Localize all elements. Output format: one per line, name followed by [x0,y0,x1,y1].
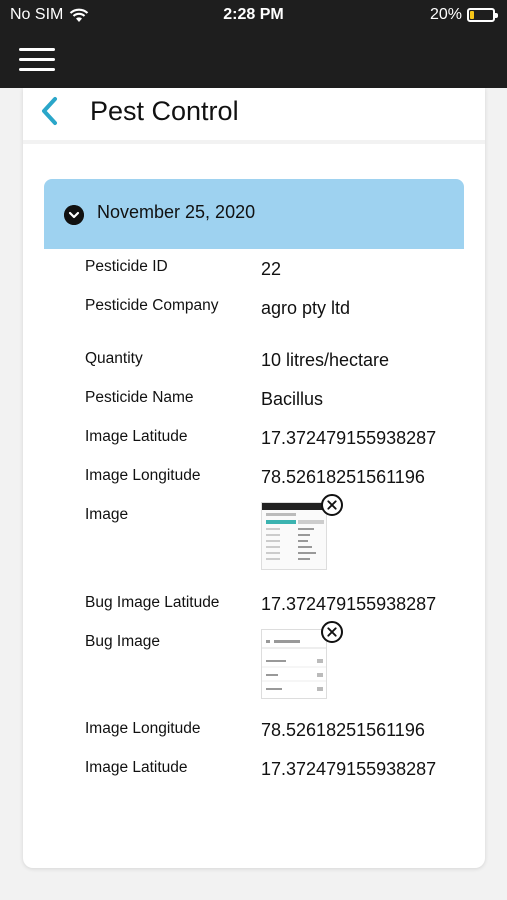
close-icon[interactable] [321,621,343,643]
page-title: Pest Control [90,96,239,126]
field-label: Image Latitude [85,759,188,776]
record-date: November 25, 2020 [97,202,256,222]
field-label: Bug Image [85,633,160,650]
field-label: Image Longitude [85,720,201,737]
chevron-down-circle-icon [64,205,84,225]
field-value: Bacillus [261,389,324,409]
field-value: 78.52618251561196 [261,720,425,740]
content-card: Pest Control November 25, 2020 Pesticide… [23,88,485,868]
battery-icon [467,8,498,22]
field-label: Image Latitude [85,428,188,445]
field-label: Quantity [85,350,143,367]
image-thumbnail[interactable] [261,502,327,570]
page-header: Pest Control [23,88,485,144]
top-bar: No SIM 2:28 PM 20% [0,0,507,88]
field-value: 22 [261,259,282,279]
chevron-left-icon[interactable] [37,94,63,128]
battery-percent: 20% [429,6,462,23]
bug-image-thumbnail[interactable] [261,629,327,699]
field-value: agro pty ltd [261,298,351,318]
battery-level-fill [470,11,475,19]
record-accordion-header[interactable]: November 25, 2020 [44,179,464,249]
field-value: 17.372479155938287 [261,759,437,779]
field-value: 17.372479155938287 [261,428,437,448]
field-label: Pesticide ID [85,258,168,275]
field-value: 17.372479155938287 [261,594,437,614]
field-label: Pesticide Company [85,297,219,314]
field-value: 78.52618251561196 [261,467,425,487]
close-icon[interactable] [321,494,343,516]
field-label: Pesticide Name [85,389,194,406]
screenshot-preview-image [262,630,326,698]
hamburger-icon[interactable] [19,48,55,72]
status-battery: 20% [429,6,498,24]
screenshot-preview-image [262,503,326,560]
field-label: Bug Image Latitude [85,594,220,611]
field-label: Image Longitude [85,467,201,484]
field-label: Image [85,506,129,523]
field-value: 10 litres/hectare [261,350,390,370]
